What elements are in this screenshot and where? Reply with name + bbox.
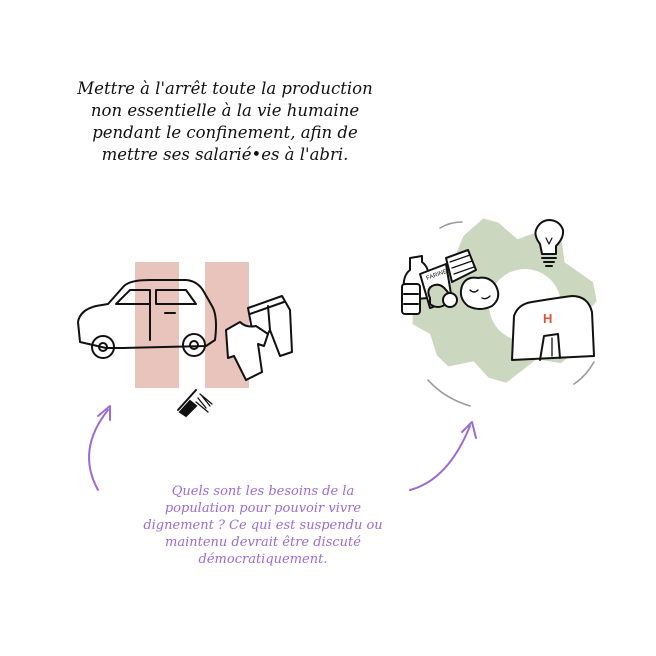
mascara-icon	[177, 389, 213, 418]
question-line: démocratiquement.	[198, 552, 328, 567]
question-line: Quels sont les besoins de la	[171, 484, 355, 499]
arrow-right-icon	[409, 425, 471, 491]
hospital-letter: H	[543, 311, 552, 326]
question-line: dignement ? Ce qui est suspendu ou	[143, 518, 383, 533]
question-line: population pour pouvoir vivre	[164, 501, 362, 516]
arrow-left-head-icon	[97, 405, 111, 421]
arrow-left-icon	[88, 409, 109, 491]
question-text: Quels sont les besoins de la population …	[118, 483, 408, 568]
hospital-icon	[511, 295, 595, 361]
arrows	[88, 405, 477, 491]
question-line: maintenu devrait être discuté	[165, 535, 361, 550]
